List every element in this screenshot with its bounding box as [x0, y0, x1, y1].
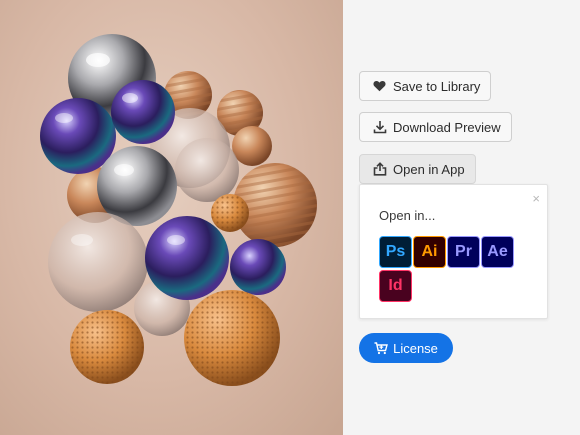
indesign-app-label: Id	[388, 277, 403, 294]
spheres-illustration	[40, 34, 317, 386]
photoshop-app-label: Ps	[385, 243, 406, 260]
after-effects-app-label: Ae	[487, 243, 508, 260]
open-in-app-label: Open in App	[393, 161, 465, 177]
premiere-app-label: Pr	[455, 243, 472, 260]
heart-icon	[372, 79, 387, 94]
open-in-app-popover: × Open in... Ps Ai Pr Ae Id	[359, 184, 548, 319]
premiere-app-icon[interactable]: Pr	[447, 236, 480, 268]
cart-icon	[374, 341, 389, 355]
download-icon	[372, 120, 387, 135]
save-to-library-button[interactable]: Save to Library	[359, 71, 492, 101]
after-effects-app-icon[interactable]: Ae	[481, 236, 514, 268]
save-to-library-label: Save to Library	[393, 78, 481, 94]
share-icon	[372, 162, 387, 177]
photoshop-app-icon[interactable]: Ps	[379, 236, 412, 268]
license-button[interactable]: License	[359, 333, 453, 363]
indesign-app-icon[interactable]: Id	[379, 270, 412, 302]
license-label: License	[393, 340, 438, 356]
side-panel: Save to Library Download Preview Open in…	[343, 0, 580, 435]
close-icon[interactable]: ×	[532, 192, 540, 205]
popover-title: Open in...	[379, 208, 436, 223]
download-preview-button[interactable]: Download Preview	[359, 112, 512, 142]
stock-image	[0, 0, 343, 435]
illustrator-app-label: Ai	[421, 243, 438, 260]
open-in-app-button[interactable]: Open in App	[359, 154, 476, 184]
download-preview-label: Download Preview	[393, 119, 501, 135]
illustrator-app-icon[interactable]: Ai	[413, 236, 446, 268]
